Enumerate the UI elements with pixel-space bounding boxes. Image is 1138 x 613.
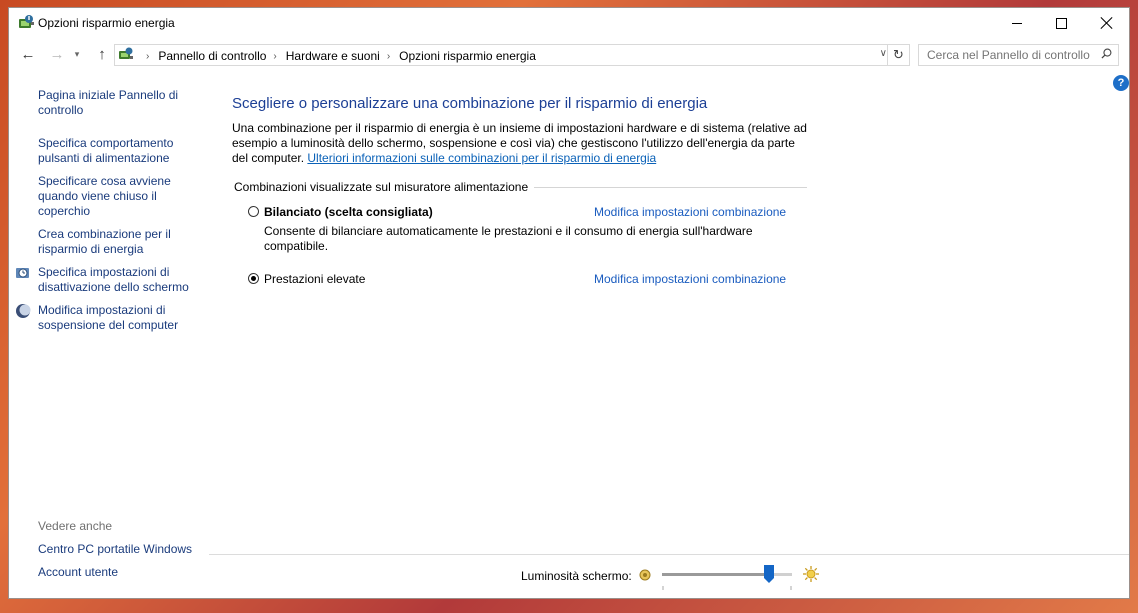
sidebar-link-sleep-settings[interactable]: Modifica impostazioni di sospensione del…	[38, 303, 198, 333]
power-options-icon	[19, 15, 34, 28]
chevron-down-icon: ▾	[74, 48, 80, 59]
breadcrumb-hardware-sound[interactable]: Hardware e suoni	[286, 49, 380, 63]
plan-balanced-radio[interactable]	[248, 206, 259, 217]
up-button[interactable]: ↑	[92, 44, 112, 64]
maximize-button[interactable]	[1039, 8, 1084, 38]
close-button[interactable]	[1084, 8, 1129, 38]
minimize-button[interactable]	[994, 8, 1039, 38]
search-box[interactable]	[918, 44, 1119, 66]
brightness-label: Luminosità schermo:	[521, 569, 632, 583]
breadcrumb-control-panel[interactable]: Pannello di controllo	[158, 49, 266, 63]
navigation-bar: ← → ▾ ↑ › Pannello di controllo › Hardwa…	[9, 42, 1129, 68]
brightness-high-icon	[803, 566, 819, 582]
display-timer-icon	[16, 268, 29, 278]
recent-locations-button[interactable]: ▾	[71, 44, 83, 64]
left-task-pane: Pagina iniziale Pannello di controllo Sp…	[9, 86, 209, 598]
page-title: Scegliere o personalizzare una combinazi…	[232, 95, 708, 112]
breadcrumb-power-options[interactable]: Opzioni risparmio energia	[399, 49, 536, 63]
sidebar-link-create-plan[interactable]: Crea combinazione per il risparmio di en…	[38, 227, 198, 257]
back-arrow-icon: ←	[20, 45, 36, 63]
plan-high-performance-settings-link[interactable]: Modifica impostazioni combinazione	[594, 272, 786, 286]
brightness-slider-ticks	[662, 586, 792, 590]
see-also-heading: Vedere anche	[38, 519, 113, 533]
brightness-slider-fill	[662, 573, 769, 576]
mobility-center-link[interactable]: Centro PC portatile Windows	[38, 542, 192, 556]
refresh-icon: ↻	[893, 47, 904, 62]
plan-balanced-name[interactable]: Bilanciato (scelta consigliata)	[264, 205, 433, 219]
up-arrow-icon: ↑	[98, 45, 106, 63]
control-panel-icon	[119, 47, 133, 59]
forward-button[interactable]: →	[47, 44, 67, 64]
plan-high-performance-name[interactable]: Prestazioni elevate	[264, 272, 365, 286]
search-input[interactable]	[927, 48, 1097, 62]
user-accounts-link[interactable]: Account utente	[38, 565, 118, 579]
page-description: Una combinazione per il risparmio di ene…	[232, 121, 812, 166]
plan-balanced-settings-link[interactable]: Modifica impostazioni combinazione	[594, 205, 786, 219]
control-panel-home-link[interactable]: Pagina iniziale Pannello di controllo	[38, 88, 198, 118]
help-icon[interactable]: ?	[1113, 75, 1129, 91]
sidebar-link-power-buttons[interactable]: Specifica comportamento pulsanti di alim…	[38, 136, 198, 166]
maximize-icon	[1056, 17, 1067, 29]
close-icon	[1101, 17, 1113, 29]
back-button[interactable]: ←	[18, 44, 38, 64]
brightness-low-icon	[639, 569, 651, 581]
forward-arrow-icon: →	[49, 45, 65, 63]
sidebar-link-display-off[interactable]: Specifica impostazioni di disattivazione…	[38, 265, 198, 295]
address-dropdown-chevron-icon[interactable]: ∨	[880, 48, 887, 59]
sidebar-link-lid-close[interactable]: Specificare cosa avviene quando viene ch…	[38, 174, 198, 219]
breadcrumb: › Pannello di controllo › Hardware e suo…	[139, 49, 536, 63]
chevron-right-icon: ›	[146, 50, 150, 62]
search-icon	[1101, 48, 1112, 59]
refresh-button[interactable]: ↻	[887, 45, 909, 65]
window-title: Opzioni risparmio energia	[38, 16, 175, 30]
minimize-icon	[1011, 22, 1022, 24]
chevron-right-icon: ›	[386, 50, 391, 62]
chevron-right-icon: ›	[273, 50, 277, 62]
bottom-divider	[209, 554, 1129, 555]
brightness-slider-thumb[interactable]	[763, 565, 774, 583]
sleep-moon-icon	[16, 304, 31, 318]
more-info-link[interactable]: Ulteriori informazioni sulle combinazion…	[307, 151, 656, 165]
address-bar[interactable]: › Pannello di controllo › Hardware e suo…	[114, 44, 910, 66]
title-bar: Opzioni risparmio energia	[9, 8, 1129, 38]
power-options-window: Opzioni risparmio energia ← → ▾ ↑ › Pann…	[8, 7, 1130, 599]
group-label: Combinazioni visualizzate sul misuratore…	[234, 180, 535, 194]
plan-high-performance-radio[interactable]	[248, 273, 259, 284]
plan-balanced-description: Consente di bilanciare automaticamente l…	[264, 224, 753, 253]
